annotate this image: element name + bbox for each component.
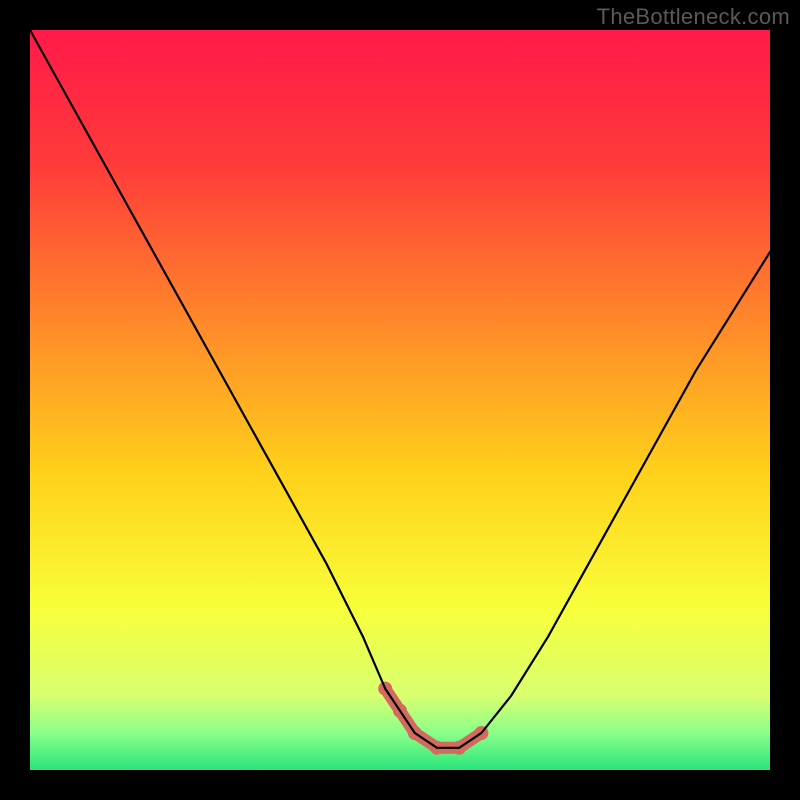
plot-area bbox=[30, 30, 770, 770]
watermark-text: TheBottleneck.com bbox=[597, 4, 790, 30]
chart-frame: TheBottleneck.com bbox=[0, 0, 800, 800]
bottleneck-chart bbox=[30, 30, 770, 770]
gradient-background bbox=[30, 30, 770, 770]
